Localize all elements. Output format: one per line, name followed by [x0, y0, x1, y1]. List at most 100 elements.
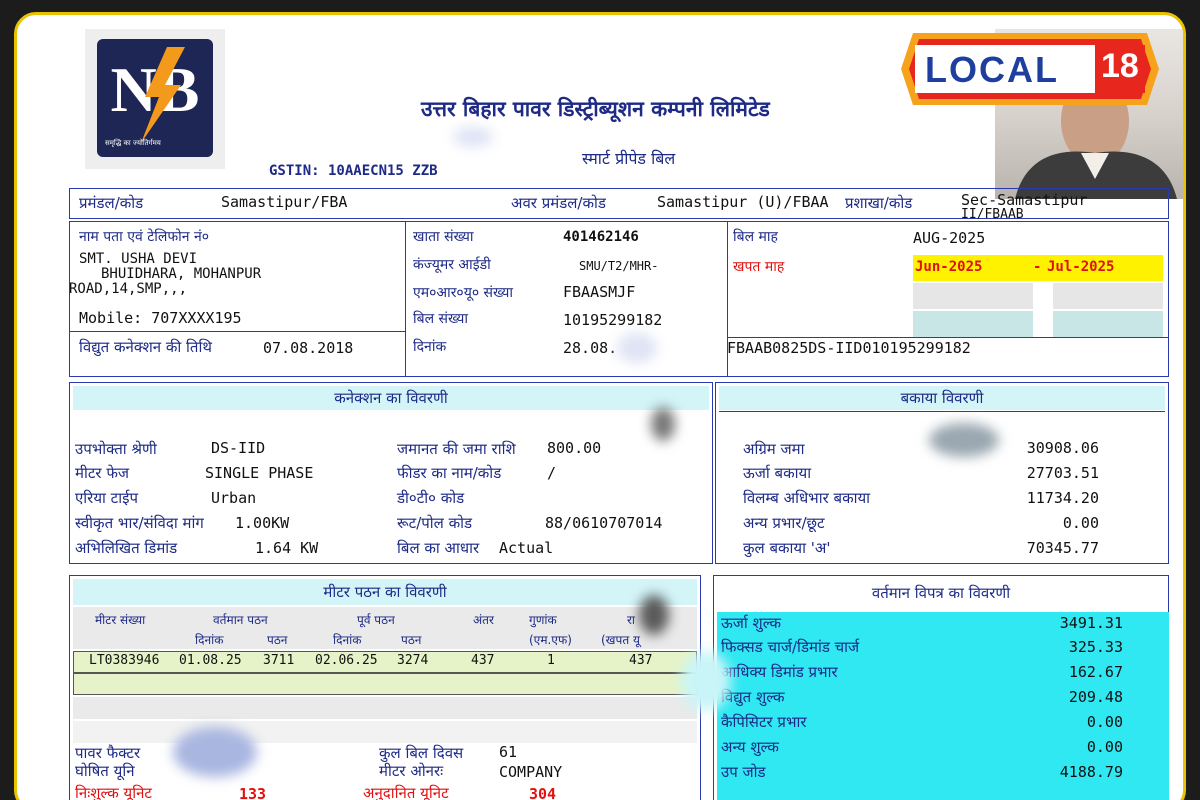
consumer-id-label: कंज्यूमर आईडी: [413, 257, 491, 273]
sub-cur-reading: पठन: [267, 633, 288, 647]
arrears-header-rule: [719, 411, 1165, 412]
charge-label-5: अन्य शुल्क: [721, 738, 779, 756]
company-logo: NB समृद्धि का ज्योतिर्गमय: [85, 29, 225, 169]
charge-value-0: 3491.31: [1059, 614, 1123, 632]
bill-date: 28.08.: [563, 339, 618, 357]
charge-value-1: 325.33: [1068, 638, 1123, 656]
sub-cur-date: दिनांक: [195, 633, 224, 647]
charge-label-0: ऊर्जा शुल्क: [721, 614, 782, 632]
charge-label-1: फिक्सड चार्ज/डिमांड चार्ज: [721, 638, 860, 656]
charge-value-6: 4188.79: [1059, 763, 1123, 781]
bill-days-value: 61: [499, 743, 518, 761]
col-meter-no: मीटर संख्या: [95, 613, 146, 627]
consumption-from: Jun-2025: [915, 259, 983, 275]
grid-cell-3: [913, 311, 1033, 337]
bill-days-label: कुल बिल दिवस: [379, 744, 464, 762]
charge-label-3: विद्युत शुल्क: [721, 688, 785, 706]
arrears-value-3: 0.00: [1062, 514, 1099, 532]
consumer-address-2: ROAD,14,SMP,,,: [69, 281, 188, 297]
arrears-label-4: कुल बकाया 'अ': [743, 539, 831, 557]
meter-owner-label: मीटर ओनरः: [379, 762, 444, 780]
subsidised-value: 304: [529, 785, 557, 800]
route-value: 88/0610707014: [545, 514, 663, 532]
feeder-label: फीडर का नाम/कोड: [397, 464, 502, 482]
col-diff: अंतर: [473, 613, 494, 627]
mf-value: 1: [547, 653, 555, 668]
consumption-label: खपत माह: [733, 259, 785, 275]
arrears-label-3: अन्य प्रभार/छूट: [743, 514, 825, 532]
mru-label: एम०आर०यू० संख्या: [413, 285, 513, 301]
divider-3: [69, 331, 405, 332]
basis-label: बिल का आधार: [397, 539, 480, 557]
bill-ref-divider: [727, 337, 1169, 338]
prev-reading: 3274: [397, 653, 429, 668]
connection-details-title: कनेक्शन का विवरणी: [73, 386, 709, 410]
meter-no: LT0383946: [89, 653, 160, 668]
sub-prev-reading: पठन: [401, 633, 422, 647]
arrears-value-2: 11734.20: [1026, 489, 1099, 507]
arrears-title: बकाया विवरणी: [719, 386, 1165, 410]
charge-label-6: उप जोड: [721, 763, 766, 781]
area-value: Urban: [211, 489, 257, 507]
redaction-blur-7: [681, 651, 731, 711]
charge-label-2: आधिक्य डिमांड प्रभार: [721, 663, 838, 681]
gstin: GSTIN: 10AAECN15 ZZB: [269, 163, 438, 179]
demand-label: अभिलिखित डिमांड: [75, 539, 178, 557]
sub-prev-date: दिनांक: [333, 633, 362, 647]
bill-no-label: बिल संख्या: [413, 311, 468, 327]
consumer-id: SMU/T2/MHR-: [579, 259, 659, 273]
free-units-value: 133: [239, 785, 267, 800]
category-value: DS-IID: [211, 439, 266, 457]
sub-mf: (एम.एफ): [529, 633, 572, 647]
arrears-value-1: 27703.51: [1026, 464, 1099, 482]
mru-value: FBAASMJF: [563, 283, 636, 301]
account-no-label: खाता संख्या: [413, 229, 474, 245]
bill-subtitle: स्मार्ट प्रीपेड बिल: [582, 149, 676, 168]
connection-date: 07.08.2018: [263, 339, 354, 357]
redaction-blur-1: [453, 127, 493, 147]
consumption-dash: -: [1033, 259, 1042, 275]
redaction-blur-5: [639, 595, 669, 635]
bill-sheet: NB समृद्धि का ज्योतिर्गमय उत्तर बिहार पा…: [14, 12, 1186, 800]
col-current: वर्तमान पठन: [213, 613, 268, 627]
load-value: 1.00KW: [235, 514, 290, 532]
security-label: जमानत की जमा राशि: [397, 440, 516, 458]
local18-brand: LOCAL: [925, 49, 1059, 90]
meter-reading-title: मीटर पठन का विवरणी: [73, 579, 697, 605]
redaction-blur-3: [651, 407, 675, 441]
free-units-label: निःशुल्क यूनिट: [75, 784, 152, 800]
prev-date: 02.06.25: [315, 653, 378, 668]
consumer-address-1: BHUIDHARA, MOHANPUR: [101, 266, 262, 282]
arrears-label-0: अग्रिम जमा: [743, 440, 805, 458]
grid-cell-4: [1053, 311, 1163, 337]
arrears-value-4: 70345.77: [1026, 539, 1099, 557]
charge-value-2: 162.67: [1068, 663, 1123, 681]
bill-month: AUG-2025: [913, 229, 986, 247]
sub-consumption: (खपत यू: [601, 633, 640, 647]
meter-owner-value: COMPANY: [499, 763, 563, 781]
logo-tagline: समृद्धि का ज्योतिर्गमय: [105, 139, 161, 147]
subdivision-value: Samastipur (U)/FBAA: [657, 193, 829, 211]
bill-date-label: दिनांक: [413, 339, 447, 355]
arrears-label-1: ऊर्जा बकाया: [743, 464, 812, 482]
redaction-blur-2: [617, 333, 657, 363]
charge-label-4: कैपिसिटर प्रभार: [721, 713, 807, 731]
account-no: 401462146: [563, 229, 639, 245]
feeder-value: /: [547, 464, 557, 482]
divider-1: [405, 221, 406, 377]
logo-emblem: NB समृद्धि का ज्योतिर्गमय: [97, 39, 213, 157]
demand-value: 1.64 KW: [255, 539, 319, 557]
redaction-blur-4: [929, 423, 999, 457]
meter-row-bg: [73, 651, 697, 673]
consumer-mobile: Mobile: 707XXXX195: [79, 309, 242, 327]
company-name: उत्तर बिहार पावर डिस्ट्रीब्यूशन कम्पनी ल…: [421, 97, 770, 121]
dt-label: डी०टी० कोड: [397, 489, 465, 507]
consumption-to: Jul-2025: [1047, 259, 1115, 275]
power-factor-label: पावर फैक्टर: [75, 744, 141, 762]
charge-value-4: 0.00: [1086, 713, 1123, 731]
meter-row-empty: [73, 673, 697, 695]
area-label: एरिया टाईप: [75, 489, 138, 507]
branch-label: प्रशाखा/कोड: [845, 194, 913, 212]
load-label: स्वीकृत भार/संविदा मांग: [75, 514, 204, 532]
col-mf: गुणांक: [529, 613, 557, 627]
